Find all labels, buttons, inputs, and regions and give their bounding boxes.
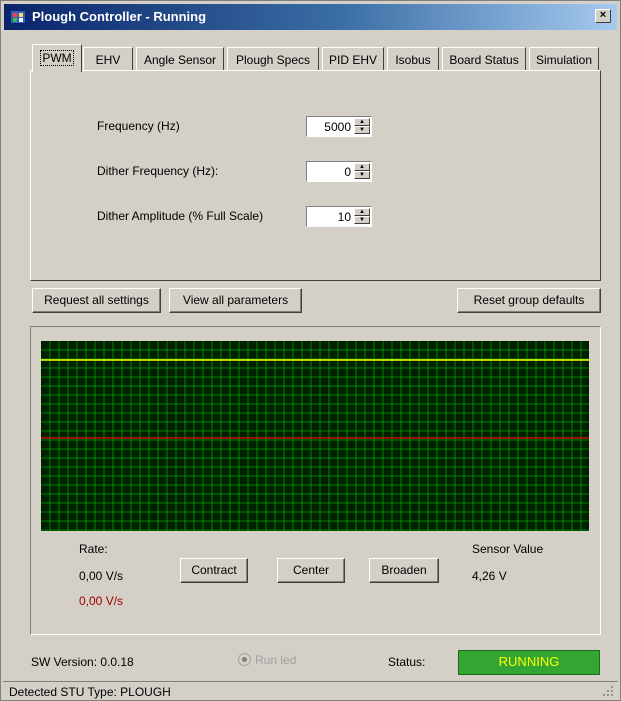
dither-frequency-up-button[interactable]: ▲ (354, 163, 370, 171)
title-bar[interactable]: Plough Controller - Running × (4, 4, 617, 30)
window-title: Plough Controller - Running (32, 9, 207, 24)
app-icon (10, 10, 26, 24)
frequency-label: Frequency (Hz) (97, 119, 180, 133)
frequency-stepper[interactable]: 5000 ▲ ▼ (306, 116, 372, 137)
sensor-value: 4,26 V (472, 569, 507, 583)
dither-amplitude-up-button[interactable]: ▲ (354, 208, 370, 216)
dither-amplitude-value: 10 (337, 210, 351, 224)
broaden-button[interactable]: Broaden (369, 558, 439, 583)
status-label: Status: (388, 655, 426, 669)
resize-grip-icon[interactable] (602, 685, 614, 697)
scope-display (41, 341, 589, 531)
view-all-parameters-button[interactable]: View all parameters (169, 288, 302, 313)
center-button[interactable]: Center (277, 558, 345, 583)
rate-value: 0,00 V/s (79, 569, 124, 583)
main-window: Plough Controller - Running × PWM EHV An… (0, 0, 621, 701)
tab-ehv[interactable]: EHV (83, 47, 133, 71)
tab-simulation[interactable]: Simulation (529, 47, 599, 71)
tab-board-status[interactable]: Board Status (442, 47, 526, 71)
status-badge: RUNNING (458, 650, 600, 675)
contract-button[interactable]: Contract (180, 558, 248, 583)
run-led-label: Run led (255, 653, 297, 667)
tab-pwm[interactable]: PWM (32, 44, 82, 72)
dither-frequency-value: 0 (344, 165, 351, 179)
dither-amplitude-stepper[interactable]: 10 ▲ ▼ (306, 206, 372, 227)
dither-amplitude-down-button[interactable]: ▼ (354, 216, 370, 224)
frequency-value: 5000 (324, 120, 351, 134)
sw-version: SW Version: 0.0.18 (31, 655, 134, 669)
run-led-indicator (238, 653, 251, 666)
frequency-up-button[interactable]: ▲ (354, 118, 370, 126)
request-all-settings-button[interactable]: Request all settings (32, 288, 161, 313)
scope-background (41, 341, 589, 531)
tab-isobus[interactable]: Isobus (387, 47, 439, 71)
frequency-down-button[interactable]: ▼ (354, 126, 370, 134)
tab-plough-specs[interactable]: Plough Specs (227, 47, 319, 71)
tab-angle-sensor[interactable]: Angle Sensor (136, 47, 224, 71)
dither-frequency-down-button[interactable]: ▼ (354, 171, 370, 179)
status-bar: Detected STU Type: PLOUGH (3, 681, 618, 700)
rate-value-secondary: 0,00 V/s (79, 594, 124, 608)
tab-pid-ehv[interactable]: PID EHV (322, 47, 384, 71)
dither-amplitude-label: Dither Amplitude (% Full Scale) (97, 209, 264, 223)
status-bar-text: Detected STU Type: PLOUGH (9, 685, 171, 699)
dither-frequency-stepper[interactable]: 0 ▲ ▼ (306, 161, 372, 182)
reset-group-defaults-button[interactable]: Reset group defaults (457, 288, 601, 313)
rate-label: Rate: (79, 542, 108, 556)
close-button[interactable]: × (595, 9, 611, 23)
sensor-value-label: Sensor Value (472, 542, 544, 556)
dither-frequency-label: Dither Frequency (Hz): (97, 164, 219, 178)
